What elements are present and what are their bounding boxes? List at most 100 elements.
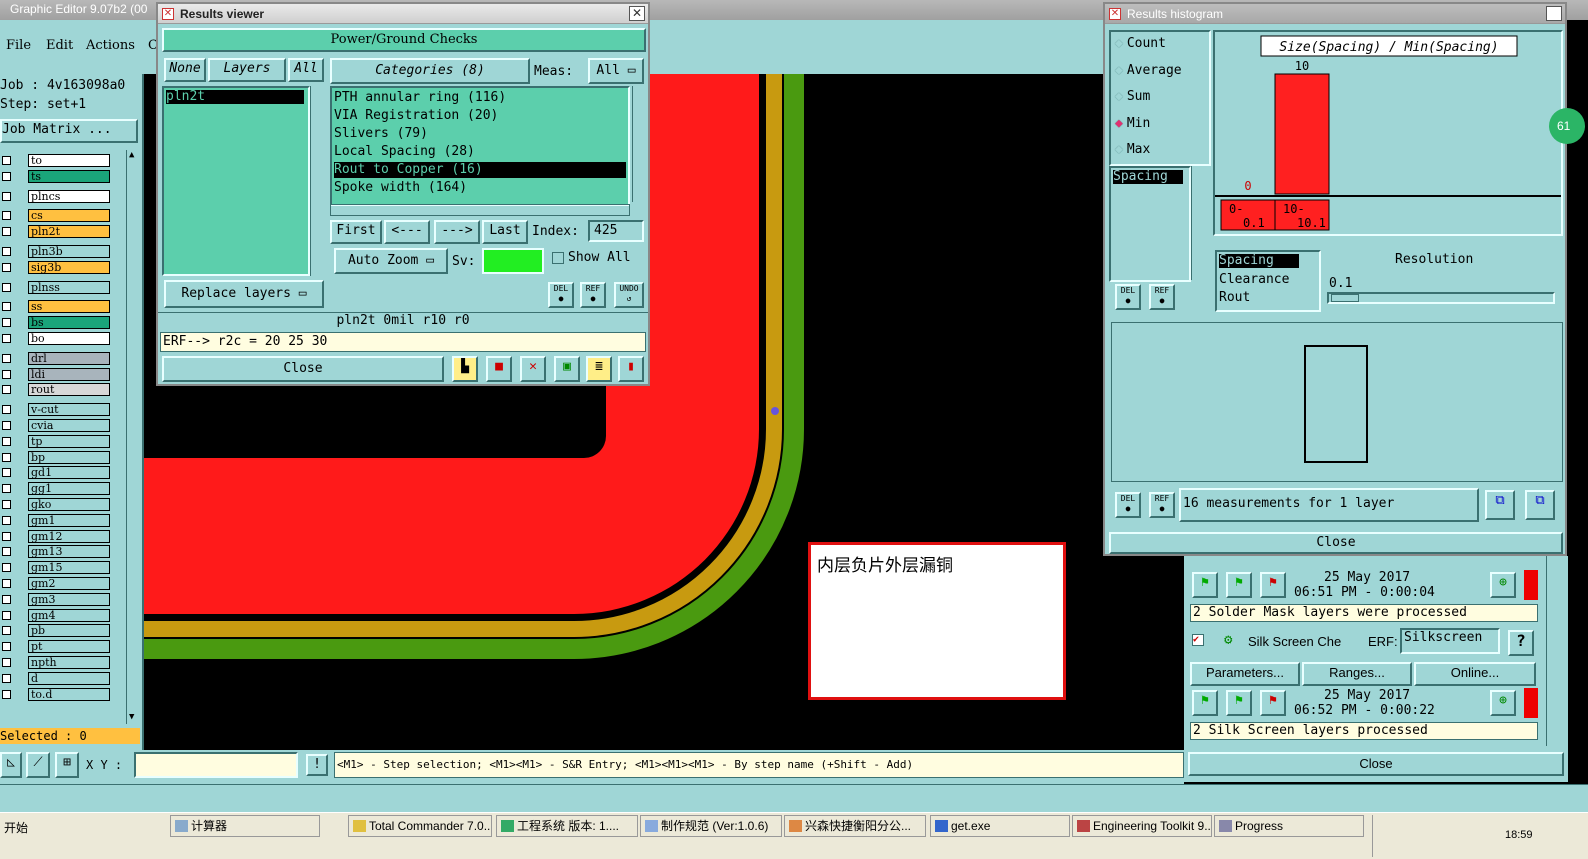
layer-checkbox[interactable] bbox=[2, 211, 11, 221]
layer-name[interactable]: to bbox=[28, 154, 110, 167]
layer-scrollbar[interactable]: ▲ ▼ bbox=[126, 150, 140, 724]
category-scroll[interactable] bbox=[632, 86, 644, 202]
layer-row[interactable]: gm12 bbox=[0, 529, 124, 544]
layer-name[interactable]: gm1 bbox=[28, 513, 110, 527]
layer-name[interactable]: gm4 bbox=[28, 608, 110, 622]
layer-name[interactable]: cs bbox=[28, 209, 110, 223]
kind-clearance[interactable]: Clearance bbox=[1219, 272, 1289, 287]
layer-name[interactable]: ss bbox=[28, 300, 110, 314]
category-item[interactable]: VIA Registration (20) bbox=[334, 108, 626, 124]
rv-layer-list[interactable]: pln2t bbox=[162, 86, 310, 276]
category-item[interactable]: Spoke width (164) bbox=[334, 180, 626, 196]
category-hscroll[interactable] bbox=[330, 204, 630, 216]
ref-button[interactable]: REF ● bbox=[580, 282, 606, 308]
rv-close-button[interactable]: Close bbox=[162, 356, 444, 382]
layer-checkbox[interactable] bbox=[2, 515, 11, 525]
replace-layers-dropdown[interactable]: Replace layers ▭ bbox=[164, 280, 324, 308]
taskbar-item[interactable]: 工程系统 版本: 1.... bbox=[496, 815, 638, 837]
layer-checkbox[interactable] bbox=[2, 673, 11, 683]
layer-checkbox[interactable] bbox=[2, 191, 11, 201]
zoom-result-icon[interactable]: ⊕ bbox=[1490, 572, 1516, 598]
layer-row[interactable]: bo bbox=[0, 332, 124, 346]
taskbar-item[interactable]: 兴森快捷衡阳分公... bbox=[784, 815, 926, 837]
tool-measure-icon[interactable]: ⟋ bbox=[26, 752, 50, 778]
layer-row[interactable]: drl bbox=[0, 351, 124, 366]
layer-checkbox[interactable] bbox=[2, 171, 11, 181]
zoom-result-icon-2[interactable]: ⊕ bbox=[1490, 690, 1516, 716]
kind-spacing[interactable]: Spacing bbox=[1219, 254, 1299, 268]
layer-row[interactable]: ss bbox=[0, 300, 124, 314]
layer-name[interactable]: ts bbox=[28, 169, 110, 183]
show-all-checkbox[interactable] bbox=[552, 252, 564, 264]
layer-row[interactable]: gm1 bbox=[0, 513, 124, 528]
layer-name[interactable]: gm2 bbox=[28, 577, 110, 590]
layer-checkbox[interactable] bbox=[2, 353, 11, 363]
tool-histogram-icon[interactable]: ▮ bbox=[618, 356, 644, 382]
layer-name[interactable]: v-cut bbox=[28, 403, 110, 417]
tool-select-icon[interactable]: ◺ bbox=[0, 752, 22, 778]
layer-checkbox[interactable] bbox=[2, 579, 11, 588]
del-button[interactable]: DEL ● bbox=[548, 282, 574, 308]
layer-checkbox[interactable] bbox=[2, 500, 11, 509]
layer-name[interactable]: pb bbox=[28, 624, 110, 638]
side-badge[interactable]: 61 bbox=[1549, 108, 1585, 144]
layer-row[interactable]: pln3b bbox=[0, 245, 124, 259]
layer-checkbox[interactable] bbox=[2, 385, 11, 395]
layer-row[interactable]: gko bbox=[0, 498, 124, 512]
layer-row[interactable]: bp bbox=[0, 450, 124, 465]
warning-icon[interactable]: ! bbox=[306, 754, 328, 776]
layer-row[interactable]: sig3b bbox=[0, 260, 124, 275]
export-icon[interactable]: ⧉ bbox=[1485, 490, 1515, 520]
layer-checkbox[interactable] bbox=[2, 547, 11, 557]
layer-row[interactable]: ldi bbox=[0, 367, 124, 382]
layer-checkbox[interactable] bbox=[2, 594, 11, 604]
layer-checkbox[interactable] bbox=[2, 318, 11, 328]
layer-row[interactable]: gm3 bbox=[0, 592, 124, 607]
layer-checkbox[interactable] bbox=[2, 156, 11, 165]
layer-checkbox[interactable] bbox=[2, 658, 11, 667]
run-icon[interactable]: ⚑ bbox=[1192, 572, 1218, 598]
layer-row[interactable]: plncs bbox=[0, 189, 124, 204]
tool-report-icon[interactable]: ▙ bbox=[452, 356, 478, 382]
layer-row[interactable]: gm2 bbox=[0, 577, 124, 591]
taskbar-item[interactable]: get.exe bbox=[930, 815, 1070, 837]
layer-checkbox[interactable] bbox=[2, 262, 11, 272]
layer-list[interactable]: to ts plncs cs pln2t pln3b sig3b plnss ss bs bo drl… bbox=[0, 154, 124, 720]
tool-zoom-icon[interactable]: ▣ bbox=[554, 356, 580, 382]
layer-name[interactable]: pt bbox=[28, 640, 110, 654]
close-icon[interactable]: ✕ bbox=[1546, 6, 1562, 21]
type-item[interactable]: Spacing bbox=[1113, 170, 1183, 184]
layer-row[interactable]: gm13 bbox=[0, 545, 124, 559]
mode-radio[interactable]: ◆ Count bbox=[1115, 36, 1166, 51]
kind-list[interactable]: Spacing Clearance Rout bbox=[1215, 250, 1321, 312]
type-list[interactable]: Spacing bbox=[1109, 166, 1191, 282]
layer-name[interactable]: gko bbox=[28, 498, 110, 511]
type-scroll[interactable] bbox=[1191, 166, 1203, 280]
layer-checkbox[interactable] bbox=[2, 468, 11, 478]
layer-checkbox[interactable] bbox=[2, 484, 11, 494]
layer-row[interactable]: to.d bbox=[0, 687, 124, 702]
job-matrix-button[interactable]: Job Matrix ... bbox=[0, 119, 138, 143]
layer-row[interactable]: cvia bbox=[0, 419, 124, 433]
hist-ref-button[interactable]: REF ● bbox=[1149, 284, 1175, 310]
last-button[interactable]: Last bbox=[482, 220, 528, 244]
layer-name[interactable]: plnss bbox=[28, 280, 110, 294]
taskbar-item[interactable]: Progress bbox=[1214, 815, 1364, 837]
layer-name[interactable]: gg1 bbox=[28, 482, 110, 496]
none-button[interactable]: None bbox=[164, 58, 206, 82]
layer-checkbox[interactable] bbox=[2, 302, 11, 312]
close-icon[interactable]: ✕ bbox=[629, 6, 645, 21]
prev-button[interactable]: <--- bbox=[384, 220, 430, 244]
kind-rout[interactable]: Rout bbox=[1219, 290, 1250, 305]
layer-name[interactable]: to.d bbox=[28, 687, 110, 701]
layer-checkbox[interactable] bbox=[2, 626, 11, 636]
taskbar-item[interactable]: 计算器 bbox=[170, 815, 320, 837]
mode-radio[interactable]: ◆ Average bbox=[1115, 63, 1182, 78]
meas-dropdown[interactable]: All ▭ bbox=[588, 58, 644, 84]
menu-file[interactable]: File bbox=[6, 38, 31, 53]
hist-del-button[interactable]: DEL ● bbox=[1115, 284, 1141, 310]
layer-checkbox[interactable] bbox=[2, 227, 11, 237]
layers-button[interactable]: Layers bbox=[208, 58, 286, 82]
tool-list-icon[interactable]: ≣ bbox=[586, 356, 612, 382]
help-button[interactable]: ? bbox=[1508, 630, 1534, 656]
